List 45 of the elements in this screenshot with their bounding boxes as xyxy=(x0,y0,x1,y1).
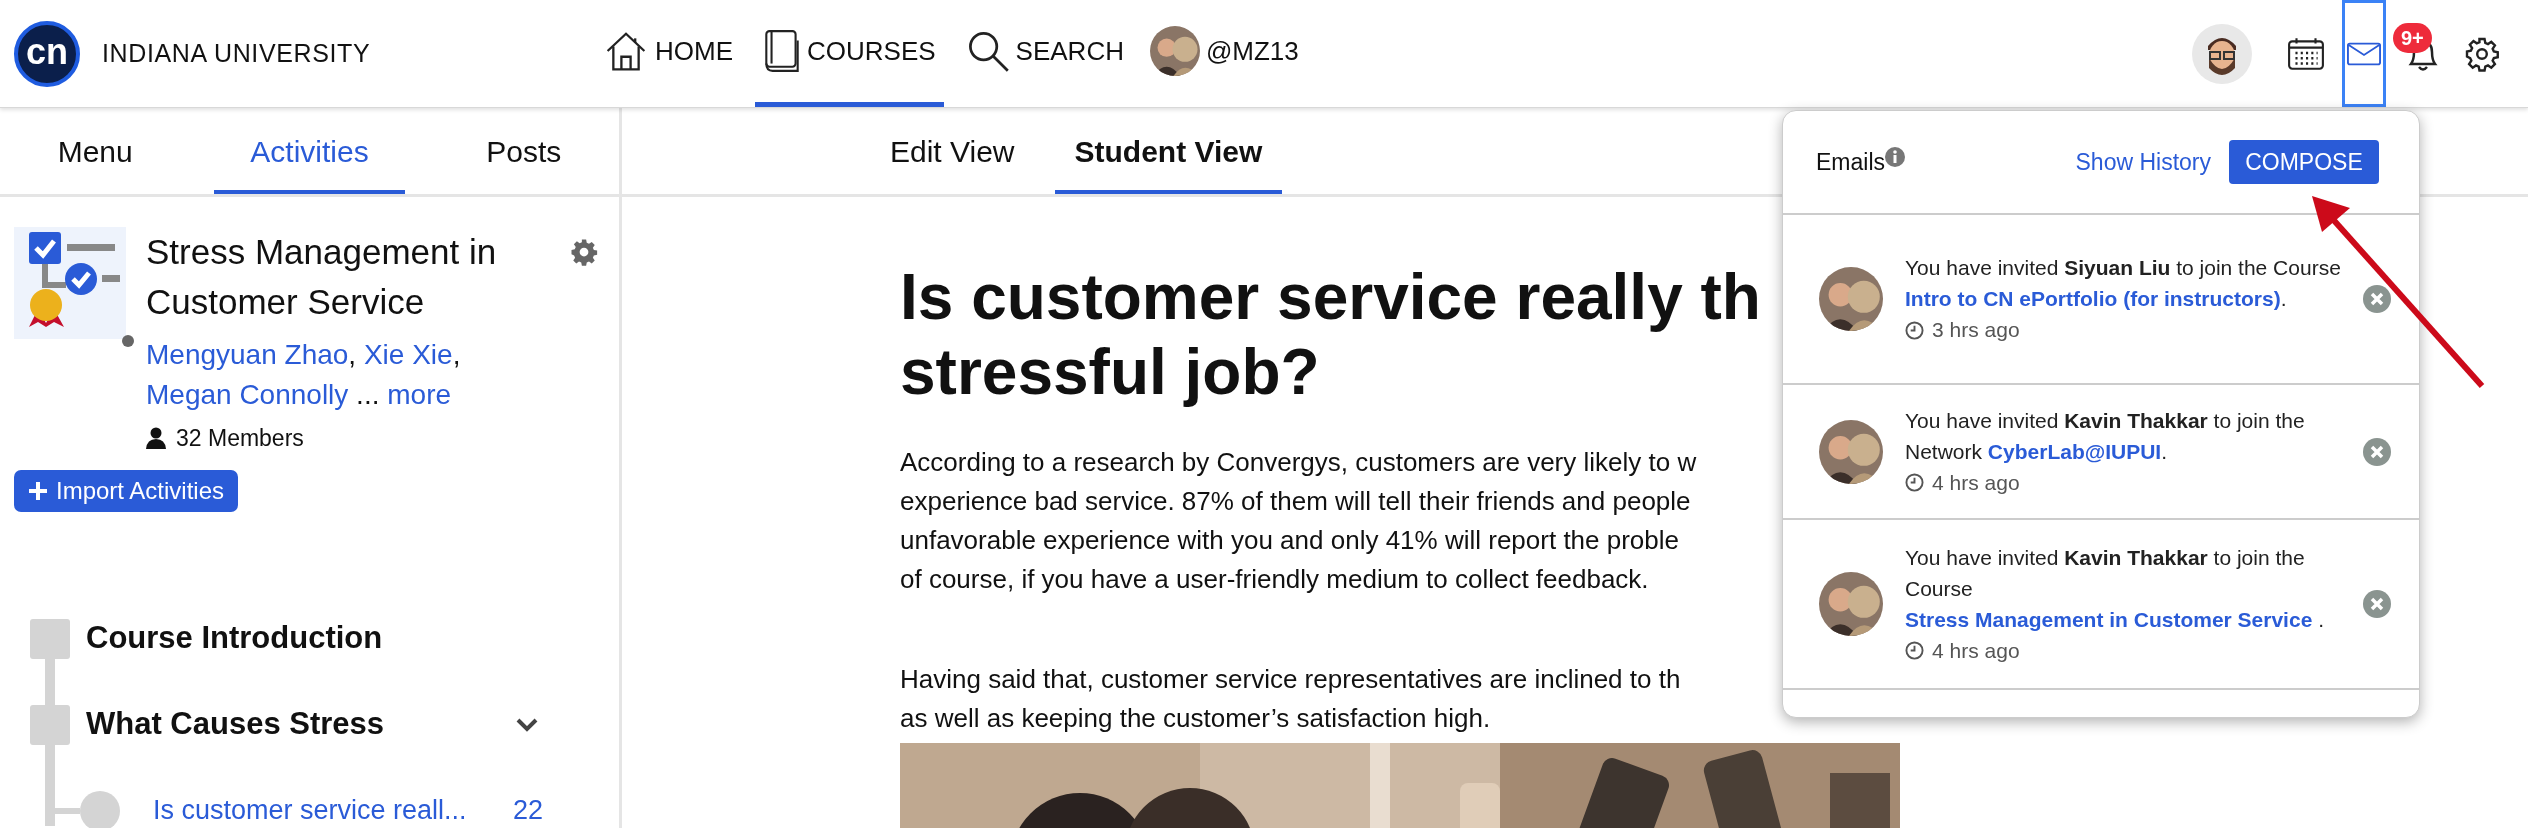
bell-button[interactable]: 9+ xyxy=(2390,0,2456,107)
notification-badge: 9+ xyxy=(2393,23,2432,53)
invitation-message: You have invited Kavin Thakkar to join the Network CyberLab@IUPUI. xyxy=(1905,407,2306,465)
brand-name: INDIANA UNIVERSITY xyxy=(102,37,371,69)
article-heading: stressful job? xyxy=(900,335,1320,410)
author-link[interactable]: Xie Xie xyxy=(363,339,453,370)
popup-title: Emails xyxy=(1816,147,1885,177)
sidebar-tab[interactable]: Activities xyxy=(214,108,405,194)
sidebar-tab[interactable]: Posts xyxy=(428,108,619,194)
article-text: According to a research by Convergys, customers are very likely to w xyxy=(900,446,1697,479)
article-text: as well as keeping the customer’s satisfaction high. xyxy=(900,702,1491,735)
member-count: 32 Members xyxy=(176,424,304,453)
import-activities-button[interactable]: Import Activities xyxy=(14,469,239,512)
time-ago: 4 hrs ago xyxy=(1932,637,2020,664)
invitation-link[interactable]: Stress Management in Customer Service xyxy=(1905,607,2313,631)
invitation-link[interactable]: Intro to CN ePortfolio (for instructors) xyxy=(1905,287,2281,311)
activity-link[interactable]: Is customer service reall... xyxy=(153,790,467,828)
activity-count: 22 xyxy=(512,794,543,828)
invitation-message: You have invited Kavin Thakkar to join the Course Stress Management in Customer Service . xyxy=(1905,544,2325,633)
course-title: Stress Management in Customer Service xyxy=(146,231,498,323)
section-title[interactable]: What Causes Stress xyxy=(86,701,515,748)
nav-link[interactable]: HOME xyxy=(595,0,741,107)
article-heading: Is customer service really th xyxy=(900,260,1761,335)
author-link[interactable]: Megan Connolly xyxy=(146,379,349,410)
sidebar-tab[interactable]: Menu xyxy=(0,108,191,194)
compose-button[interactable]: COMPOSE xyxy=(2229,140,2379,184)
article-text: of course, if you have a user-friendly medium to collect feedback. xyxy=(900,563,1649,596)
nav-link[interactable]: SEARCH xyxy=(957,0,1132,107)
author-link[interactable]: more xyxy=(387,379,452,410)
article-text: experience bad service. 87% of them will tell their friends and people xyxy=(900,485,1691,518)
course-authors: Mengyuan Zhao, Xie Xie, Megan Connolly ... more xyxy=(146,338,462,412)
nav-link[interactable]: @MZ13 xyxy=(1141,0,1307,107)
view-tab[interactable]: Edit View xyxy=(870,108,1035,194)
section-title[interactable]: Course Introduction xyxy=(86,615,579,662)
invitation-link[interactable]: CyberLab@IUPUI xyxy=(1987,439,2162,463)
time-ago: 4 hrs ago xyxy=(1932,469,2020,496)
author-link[interactable]: Mengyuan Zhao xyxy=(146,339,349,370)
time-ago: 3 hrs ago xyxy=(1932,317,2020,344)
nav-link[interactable]: COURSES xyxy=(755,0,944,107)
article-text: unfavorable experience with you and only 41% will report the proble xyxy=(900,524,1680,557)
article-text: Having said that, customer service representatives are inclined to th xyxy=(900,663,1681,696)
invitation-message: You have invited Siyuan Liu to join the Course Intro to CN ePortfolio (for instructors). xyxy=(1905,255,2342,313)
logo[interactable]: cn xyxy=(14,20,80,87)
show-history-link[interactable]: Show History xyxy=(2075,144,2211,180)
view-tab[interactable]: Student View xyxy=(1054,108,1283,194)
